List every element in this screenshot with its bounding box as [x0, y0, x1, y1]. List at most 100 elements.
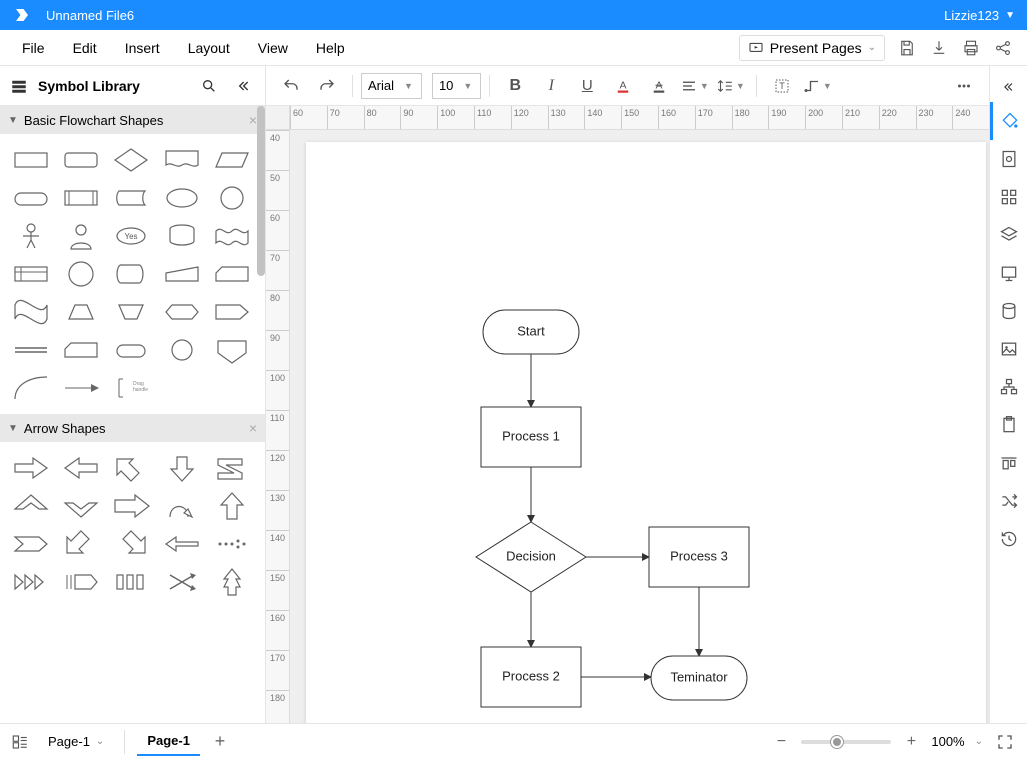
- clipboard-button[interactable]: [990, 406, 1027, 444]
- shape-wave[interactable]: [10, 296, 52, 328]
- export-button[interactable]: [923, 32, 955, 64]
- shape-hexagon[interactable]: [161, 296, 203, 328]
- arrow-left[interactable]: [60, 452, 102, 484]
- save-button[interactable]: [891, 32, 923, 64]
- section-flowchart-header[interactable]: ▼ Basic Flowchart Shapes ×: [0, 106, 265, 134]
- shape-pentagon-right[interactable]: [211, 296, 253, 328]
- print-button[interactable]: [955, 32, 987, 64]
- more-button[interactable]: [947, 71, 981, 101]
- fullscreen-button[interactable]: [993, 730, 1017, 754]
- shape-ellipse[interactable]: [161, 182, 203, 214]
- font-color-button[interactable]: A: [606, 71, 640, 101]
- share-button[interactable]: [987, 32, 1019, 64]
- arrow-up-left[interactable]: [110, 452, 152, 484]
- menu-file[interactable]: File: [8, 40, 59, 56]
- undo-button[interactable]: [274, 71, 308, 101]
- history-button[interactable]: [990, 520, 1027, 558]
- shape-user[interactable]: [60, 220, 102, 252]
- shape-circle[interactable]: [211, 182, 253, 214]
- text-tool-button[interactable]: T: [765, 71, 799, 101]
- shape-stored-data[interactable]: [110, 182, 152, 214]
- italic-button[interactable]: I: [534, 71, 568, 101]
- shape-manual-input[interactable]: [161, 258, 203, 290]
- page-setup-button[interactable]: [990, 140, 1027, 178]
- font-select[interactable]: Arial▼: [361, 73, 422, 99]
- menu-insert[interactable]: Insert: [111, 40, 174, 56]
- shape-parallelogram[interactable]: [211, 144, 253, 176]
- shape-double-line[interactable]: [10, 334, 52, 366]
- shape-rectangle[interactable]: [10, 144, 52, 176]
- canvas-viewport[interactable]: Start Process 1 Decision: [290, 130, 989, 723]
- shape-diamond[interactable]: [110, 144, 152, 176]
- user-menu[interactable]: Lizzie123 ▼: [944, 8, 1015, 23]
- arrow-striped[interactable]: [60, 566, 102, 598]
- scrollbar-thumb[interactable]: [257, 106, 265, 276]
- shape-rounded-cut[interactable]: [60, 334, 102, 366]
- close-icon[interactable]: ×: [249, 112, 257, 128]
- zoom-slider[interactable]: [801, 740, 891, 744]
- shape-arc[interactable]: [10, 372, 52, 404]
- close-icon[interactable]: ×: [249, 420, 257, 436]
- arrow-up-feather[interactable]: [211, 566, 253, 598]
- align-button[interactable]: ▼: [678, 71, 712, 101]
- arrow-left-thin[interactable]: [161, 528, 203, 560]
- menu-view[interactable]: View: [244, 40, 302, 56]
- shape-offpage[interactable]: [211, 334, 253, 366]
- shape-pill[interactable]: [110, 334, 152, 366]
- arrow-curve[interactable]: [161, 490, 203, 522]
- redo-button[interactable]: [310, 71, 344, 101]
- zoom-out-button[interactable]: −: [771, 732, 791, 752]
- page[interactable]: Start Process 1 Decision: [306, 142, 986, 723]
- shape-annotation[interactable]: Draghandle: [110, 372, 152, 404]
- present-pages-button[interactable]: Present Pages ⌄: [739, 35, 885, 61]
- arrow-down-left[interactable]: [60, 528, 102, 560]
- shape-internal-storage[interactable]: [10, 258, 52, 290]
- presentation-button[interactable]: [990, 254, 1027, 292]
- image-button[interactable]: [990, 330, 1027, 368]
- shape-document[interactable]: [161, 144, 203, 176]
- collapse-left-icon[interactable]: [231, 74, 255, 98]
- shape-trapezoid[interactable]: [60, 296, 102, 328]
- shape-circle2[interactable]: [60, 258, 102, 290]
- shape-yes-badge[interactable]: Yes: [110, 220, 152, 252]
- fontsize-select[interactable]: 10▼: [432, 73, 481, 99]
- align-distribute-button[interactable]: [990, 444, 1027, 482]
- page-tab-1[interactable]: Page-1: [137, 727, 200, 756]
- shape-circle3[interactable]: [161, 334, 203, 366]
- arrow-down[interactable]: [161, 452, 203, 484]
- arrow-chevron-up[interactable]: [10, 490, 52, 522]
- section-arrows-header[interactable]: ▼ Arrow Shapes ×: [0, 414, 265, 442]
- search-icon[interactable]: [197, 74, 221, 98]
- line-spacing-button[interactable]: ▼: [714, 71, 748, 101]
- underline-button[interactable]: U: [570, 71, 604, 101]
- arrow-pentagon[interactable]: [10, 528, 52, 560]
- arrow-dotted[interactable]: [211, 528, 253, 560]
- arrow-right-wide[interactable]: [110, 490, 152, 522]
- shape-predefined[interactable]: [60, 182, 102, 214]
- bold-button[interactable]: B: [498, 71, 532, 101]
- collapse-right-icon[interactable]: [990, 72, 1027, 102]
- arrow-triple-right[interactable]: [10, 566, 52, 598]
- zoom-in-button[interactable]: +: [901, 732, 921, 752]
- page-list-icon[interactable]: [10, 732, 30, 752]
- fill-panel-button[interactable]: [990, 102, 1027, 140]
- shape-rounded-rect[interactable]: [60, 144, 102, 176]
- components-button[interactable]: [990, 178, 1027, 216]
- shuffle-button[interactable]: [990, 482, 1027, 520]
- data-button[interactable]: [990, 292, 1027, 330]
- arrow-cross[interactable]: [161, 566, 203, 598]
- add-page-button[interactable]: +: [208, 730, 232, 754]
- arrow-chevron-down[interactable]: [60, 490, 102, 522]
- arrow-bars[interactable]: [110, 566, 152, 598]
- arrow-down-right[interactable]: [110, 528, 152, 560]
- layers-button[interactable]: [990, 216, 1027, 254]
- zoom-slider-knob[interactable]: [831, 736, 843, 748]
- connector-button[interactable]: ▼: [801, 71, 835, 101]
- shape-trapezoid2[interactable]: [110, 296, 152, 328]
- menu-help[interactable]: Help: [302, 40, 359, 56]
- page-dropdown[interactable]: Page-1 ⌄: [40, 730, 112, 753]
- menu-layout[interactable]: Layout: [174, 40, 244, 56]
- file-title[interactable]: Unnamed File6: [46, 8, 134, 23]
- arrow-right[interactable]: [10, 452, 52, 484]
- shape-arrow-line[interactable]: [60, 372, 102, 404]
